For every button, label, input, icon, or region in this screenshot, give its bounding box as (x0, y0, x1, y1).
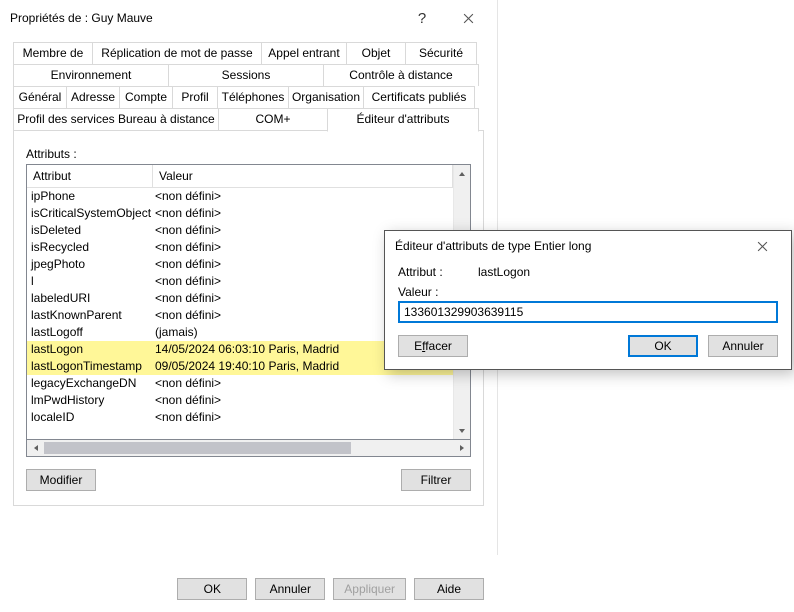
ok-button[interactable]: OK (177, 578, 247, 600)
cell-value: <non défini> (153, 409, 453, 426)
filter-button[interactable]: Filtrer (401, 469, 471, 491)
int-title: Éditeur d'attributs de type Entier long (395, 239, 739, 253)
cancel-button[interactable]: Annuler (255, 578, 325, 600)
close-button[interactable] (445, 2, 491, 34)
properties-footer: OK Annuler Appliquer Aide (0, 566, 497, 612)
tab-com-[interactable]: COM+ (218, 108, 328, 131)
tab-profil[interactable]: Profil (172, 86, 218, 108)
cell-value: <non défini> (153, 375, 453, 392)
int-close-button[interactable] (739, 230, 785, 262)
table-row[interactable]: lmPwdHistory<non défini> (27, 392, 453, 409)
close-icon (463, 13, 474, 24)
cell-attribute: lastLogoff (27, 324, 153, 341)
cell-attribute: isDeleted (27, 222, 153, 239)
cell-attribute: isCriticalSystemObject (27, 205, 153, 222)
cell-value: <non défini> (153, 205, 453, 222)
column-attribute[interactable]: Attribut (27, 165, 153, 187)
cell-attribute: lastLogonTimestamp (27, 358, 153, 375)
int-titlebar: Éditeur d'attributs de type Entier long (385, 231, 791, 261)
tab-s-curit-[interactable]: Sécurité (405, 42, 477, 64)
help-button[interactable]: ? (399, 2, 445, 34)
label-attributes: Attributs : (26, 147, 471, 161)
hscroll-thumb[interactable] (44, 442, 351, 454)
listview-header[interactable]: Attribut Valeur (27, 165, 453, 188)
value-input[interactable] (398, 301, 778, 323)
properties-titlebar: Propriétés de : Guy Mauve ? (0, 0, 497, 36)
properties-title: Propriétés de : Guy Mauve (10, 11, 399, 25)
int-attr-name: lastLogon (478, 265, 530, 279)
table-row[interactable]: ipPhone<non défini> (27, 188, 453, 205)
cell-attribute: isRecycled (27, 239, 153, 256)
cell-attribute: localeID (27, 409, 153, 426)
apply-button[interactable]: Appliquer (333, 578, 406, 600)
table-row[interactable]: localeID<non défini> (27, 409, 453, 426)
modify-button[interactable]: Modifier (26, 469, 96, 491)
int-ok-button[interactable]: OK (628, 335, 698, 357)
horizontal-scrollbar[interactable] (26, 440, 471, 457)
int-cancel-button[interactable]: Annuler (708, 335, 778, 357)
cell-attribute: l (27, 273, 153, 290)
cell-attribute: lastLogon (27, 341, 153, 358)
tab-membre-de[interactable]: Membre de (13, 42, 93, 64)
cell-attribute: jpegPhoto (27, 256, 153, 273)
tab-environnement[interactable]: Environnement (13, 64, 169, 86)
label-value: Valeur : (398, 285, 438, 299)
cell-attribute: ipPhone (27, 188, 153, 205)
scroll-left-icon[interactable] (27, 440, 44, 456)
cell-value: <non défini> (153, 392, 453, 409)
tab-contr-le-distance[interactable]: Contrôle à distance (323, 64, 479, 86)
cell-attribute: lmPwdHistory (27, 392, 153, 409)
tab-objet[interactable]: Objet (346, 42, 406, 64)
cell-value: <non défini> (153, 188, 453, 205)
help-footer-button[interactable]: Aide (414, 578, 484, 600)
tab-certificats-publi-s[interactable]: Certificats publiés (363, 86, 475, 108)
tab-profil-des-services-bureau-distance[interactable]: Profil des services Bureau à distance (13, 108, 219, 131)
scroll-up-icon[interactable] (454, 165, 470, 182)
tab-t-l-phones[interactable]: Téléphones (217, 86, 289, 108)
tab-adresse[interactable]: Adresse (66, 86, 120, 108)
tab-sessions[interactable]: Sessions (168, 64, 324, 86)
integer-editor-dialog: Éditeur d'attributs de type Entier long … (384, 230, 792, 370)
tab-compte[interactable]: Compte (119, 86, 173, 108)
label-attr: Attribut : (398, 265, 478, 279)
tab-appel-entrant[interactable]: Appel entrant (261, 42, 347, 64)
table-row[interactable]: isCriticalSystemObject<non défini> (27, 205, 453, 222)
cell-attribute: labeledURI (27, 290, 153, 307)
scroll-right-icon[interactable] (453, 440, 470, 456)
cell-attribute: lastKnownParent (27, 307, 153, 324)
tab-r-plication-de-mot-de-passe[interactable]: Réplication de mot de passe (92, 42, 262, 64)
column-value[interactable]: Valeur (153, 165, 453, 187)
close-icon (757, 241, 768, 252)
scroll-down-icon[interactable] (454, 422, 470, 439)
tab--diteur-d-attributs[interactable]: Éditeur d'attributs (327, 108, 479, 132)
tab-g-n-ral[interactable]: Général (13, 86, 67, 108)
cell-attribute: legacyExchangeDN (27, 375, 153, 392)
clear-button[interactable]: Effacer (398, 335, 468, 357)
tab-organisation[interactable]: Organisation (288, 86, 364, 108)
table-row[interactable]: legacyExchangeDN<non défini> (27, 375, 453, 392)
